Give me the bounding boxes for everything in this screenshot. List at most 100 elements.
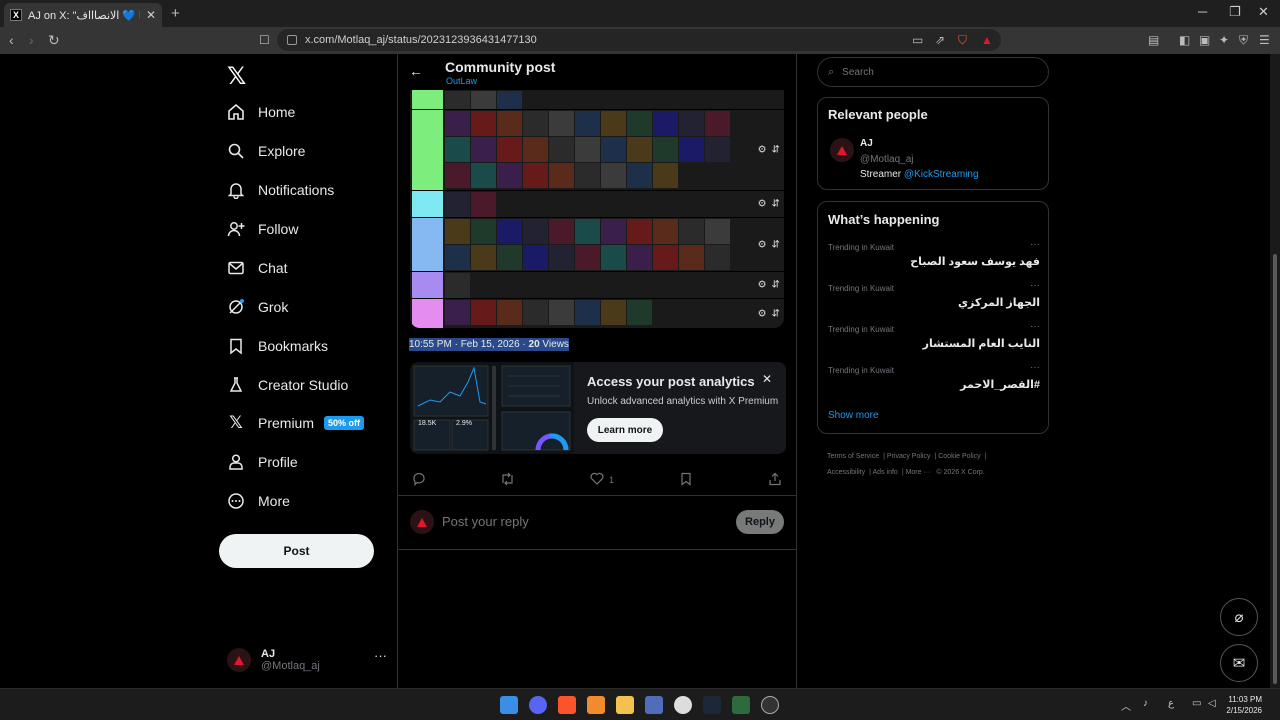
- forward-icon[interactable]: ›: [29, 32, 34, 48]
- app-tool-icon[interactable]: [645, 696, 663, 714]
- share-icon[interactable]: ⇗: [935, 33, 945, 47]
- bookmark-action[interactable]: [680, 472, 692, 489]
- reply-action[interactable]: [412, 472, 426, 489]
- footer-link[interactable]: Accessibility: [827, 469, 865, 476]
- footer-link[interactable]: Terms of Service: [827, 453, 879, 460]
- tier-controls[interactable]: ⚙ ⇵: [758, 239, 780, 250]
- tier-controls[interactable]: ⚙ ⇵: [758, 308, 780, 319]
- steam-icon[interactable]: [703, 696, 721, 714]
- start-menu-icon[interactable]: [500, 696, 518, 714]
- microphone-icon[interactable]: ♪: [1143, 698, 1148, 709]
- network-icon[interactable]: ▭: [1192, 698, 1201, 709]
- brave-shields-icon[interactable]: ⛉: [958, 33, 967, 48]
- reorder-icon[interactable]: ⇵: [772, 308, 780, 319]
- nav-follow[interactable]: Follow: [227, 215, 298, 243]
- gear-icon[interactable]: ⚙: [758, 280, 767, 291]
- system-clock[interactable]: 11:03 PM 2/15/2026: [1222, 694, 1262, 716]
- language-icon[interactable]: ع: [1168, 698, 1174, 709]
- nav-bookmarks[interactable]: Bookmarks: [227, 332, 328, 360]
- gear-icon[interactable]: ⚙: [758, 308, 767, 319]
- vpn-icon[interactable]: ⛨: [1239, 33, 1248, 48]
- trend-item[interactable]: Trending in Kuwait ··· #القصر_الاحمر: [828, 362, 1040, 406]
- footer-link[interactable]: Cookie Policy: [938, 453, 980, 460]
- bookmark-page-icon[interactable]: ☐: [259, 33, 270, 47]
- person-name[interactable]: AJ: [860, 138, 873, 149]
- more-dots-icon[interactable]: ···: [374, 648, 387, 663]
- nav-profile[interactable]: Profile: [227, 448, 298, 476]
- back-arrow-icon[interactable]: ←: [409, 63, 423, 79]
- avatar[interactable]: [830, 138, 854, 162]
- search-app-icon[interactable]: [674, 696, 692, 714]
- reorder-icon[interactable]: ⇵: [772, 280, 780, 291]
- browser-tab[interactable]: X AJ on X: "الانصاااف 💙 https://t... ✕: [4, 3, 162, 27]
- back-icon[interactable]: ‹: [9, 32, 14, 48]
- reply-button[interactable]: Reply: [736, 510, 784, 534]
- reorder-icon[interactable]: ⇵: [772, 199, 780, 210]
- address-bar[interactable]: x.com/Motlaq_aj/status/20231239364314771…: [277, 29, 1001, 51]
- reorder-icon[interactable]: ⇵: [772, 239, 780, 250]
- search-input[interactable]: ⌕ Search: [817, 57, 1049, 87]
- more-dots-icon[interactable]: ···: [1030, 362, 1040, 373]
- gear-icon[interactable]: ⚙: [758, 199, 767, 210]
- app-circle-icon[interactable]: [761, 696, 779, 714]
- reorder-icon[interactable]: ⇵: [772, 145, 780, 156]
- wallet-icon[interactable]: ▣: [1199, 33, 1210, 47]
- repost-action[interactable]: [500, 472, 515, 489]
- trend-item[interactable]: Trending in Kuwait ··· فهد يوسف سعود الص…: [828, 239, 1040, 283]
- messages-fab-icon[interactable]: ✉: [1220, 644, 1258, 682]
- more-dots-icon[interactable]: ···: [1030, 239, 1040, 250]
- bio-link[interactable]: @KickStreaming: [904, 169, 979, 180]
- tier-controls[interactable]: ⚙ ⇵: [758, 199, 780, 210]
- reply-input[interactable]: Post your reply: [442, 514, 529, 529]
- volume-icon[interactable]: ◁: [1208, 698, 1216, 709]
- more-dots-icon[interactable]: ···: [1030, 321, 1040, 332]
- more-dots-icon[interactable]: ···: [1030, 280, 1040, 291]
- cast-icon[interactable]: ▭: [912, 33, 923, 47]
- file-explorer-icon[interactable]: [616, 696, 634, 714]
- nav-premium[interactable]: 𝕏 Premium 50% off: [227, 409, 365, 437]
- post-image-tierlist[interactable]: ⚙ ⇵ ⚙ ⇵ ⚙ ⇵ ⚙ ⇵ ⚙ ⇵: [410, 90, 784, 328]
- trend-item[interactable]: Trending in Kuwait ··· النايب العام المس…: [828, 321, 1040, 365]
- like-action[interactable]: 1: [590, 472, 614, 488]
- post-time[interactable]: 10:55 PM · Feb 15, 2026 ·: [409, 339, 529, 350]
- scrollbar[interactable]: [1270, 54, 1280, 688]
- share-action[interactable]: [768, 472, 782, 489]
- footer-link[interactable]: More ···: [906, 469, 931, 476]
- nav-chat[interactable]: Chat: [227, 254, 288, 282]
- gear-icon[interactable]: ⚙: [758, 239, 767, 250]
- menu-icon[interactable]: ☰: [1259, 33, 1270, 47]
- leo-icon[interactable]: ✦: [1219, 33, 1229, 47]
- sidebar-toggle-icon[interactable]: ▤: [1148, 33, 1159, 47]
- tier-controls[interactable]: ⚙ ⇵: [758, 145, 780, 156]
- learn-more-button[interactable]: Learn more: [587, 418, 663, 442]
- post-button[interactable]: Post: [219, 534, 374, 568]
- trend-item[interactable]: Trending in Kuwait ··· الجهاز المركزي: [828, 280, 1040, 324]
- nav-grok[interactable]: Grok: [227, 293, 288, 321]
- footer-link[interactable]: Ads info: [873, 469, 898, 476]
- new-tab-icon[interactable]: +: [171, 5, 180, 22]
- nav-home[interactable]: Home: [227, 98, 295, 126]
- site-info-icon[interactable]: [287, 35, 297, 45]
- tray-chevron-icon[interactable]: ︿: [1121, 698, 1131, 713]
- discord-icon[interactable]: [529, 696, 547, 714]
- grok-fab-icon[interactable]: ⌀: [1220, 598, 1258, 636]
- reload-icon[interactable]: ↻: [48, 32, 60, 49]
- footer-link[interactable]: Privacy Policy: [887, 453, 931, 460]
- show-more-link[interactable]: Show more: [828, 410, 879, 421]
- nav-notifications[interactable]: Notifications: [227, 176, 334, 204]
- restore-icon[interactable]: ❐: [1229, 4, 1241, 20]
- nav-explore[interactable]: Explore: [227, 137, 305, 165]
- close-icon[interactable]: ✕: [762, 372, 772, 386]
- app-a-icon[interactable]: [587, 696, 605, 714]
- nav-creator-studio[interactable]: Creator Studio: [227, 371, 348, 399]
- minimize-icon[interactable]: ─: [1198, 4, 1207, 19]
- window-close-icon[interactable]: ✕: [1258, 4, 1269, 20]
- xbox-icon[interactable]: [732, 696, 750, 714]
- rewards-icon[interactable]: ▲: [981, 33, 993, 47]
- community-link[interactable]: OutLaw: [446, 76, 477, 86]
- gear-icon[interactable]: ⚙: [758, 145, 767, 156]
- account-switcher[interactable]: AJ @Motlaq_aj ···: [227, 642, 387, 678]
- brave-icon[interactable]: [558, 696, 576, 714]
- tab-close-icon[interactable]: ✕: [146, 8, 156, 22]
- tier-controls[interactable]: ⚙ ⇵: [758, 280, 780, 291]
